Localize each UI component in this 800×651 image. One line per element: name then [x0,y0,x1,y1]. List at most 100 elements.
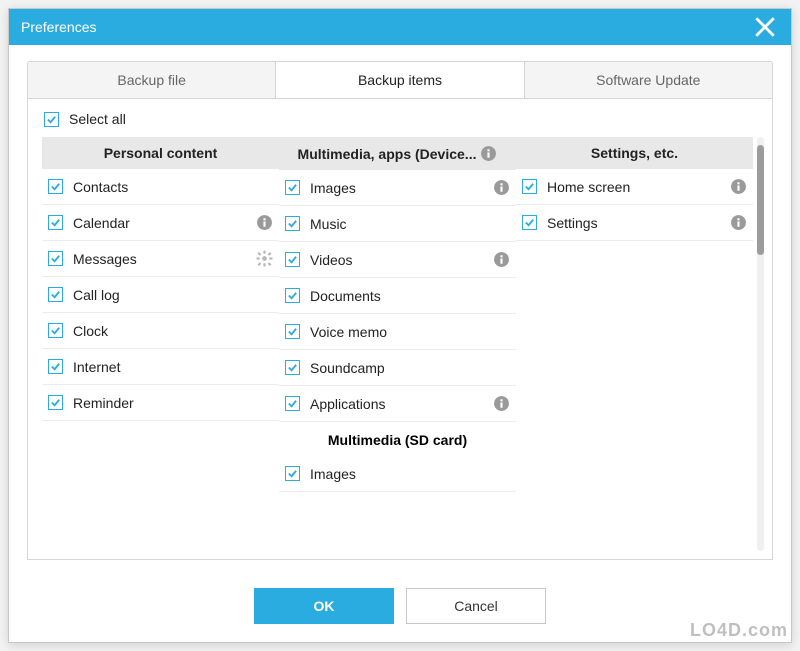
item-label: Settings [547,215,730,231]
info-icon[interactable] [493,395,510,412]
tab-backup-file[interactable]: Backup file [28,62,276,98]
info-icon[interactable] [480,145,497,162]
scrollbar[interactable] [757,137,764,551]
list-item: Messages [42,241,279,277]
select-all-label: Select all [69,111,126,127]
column-personal: Personal content Contacts Calendar Message… [42,137,279,551]
item-checkbox[interactable] [522,215,537,230]
check-icon [50,217,61,228]
item-label: Images [310,466,510,482]
watermark: LO4D.com [690,620,788,641]
item-checkbox[interactable] [285,360,300,375]
preferences-window: Preferences Backup file Backup items Sof… [8,8,792,643]
check-icon [46,114,57,125]
item-label: Clock [73,323,273,339]
item-checkbox[interactable] [48,359,63,374]
list-item: Images [279,170,516,206]
columns-wrap: Personal content Contacts Calendar Message… [42,137,764,551]
check-icon [287,182,298,193]
item-checkbox[interactable] [285,288,300,303]
item-checkbox[interactable] [285,324,300,339]
column-header-personal: Personal content [42,137,279,169]
scrollbar-thumb[interactable] [757,145,764,255]
subheader-sdcard: Multimedia (SD card) [279,422,516,456]
list-item: Images [279,456,516,492]
list-item: Clock [42,313,279,349]
info-icon[interactable] [730,178,747,195]
item-label: Videos [310,252,493,268]
item-label: Applications [310,396,493,412]
list-item: Contacts [42,169,279,205]
columns: Personal content Contacts Calendar Message… [42,137,753,551]
check-icon [287,218,298,229]
tab-backup-items[interactable]: Backup items [276,62,524,98]
item-checkbox[interactable] [285,252,300,267]
panel: Select all Personal content Contacts Cale… [27,99,773,560]
list-item: Home screen [516,169,753,205]
item-checkbox[interactable] [48,287,63,302]
item-checkbox[interactable] [48,179,63,194]
item-checkbox[interactable] [48,323,63,338]
close-icon [751,13,779,41]
column-header-settings: Settings, etc. [516,137,753,169]
column-settings: Settings, etc. Home screen Settings [516,137,753,551]
list-item: Internet [42,349,279,385]
item-label: Images [310,180,493,196]
info-icon[interactable] [493,251,510,268]
gear-icon[interactable] [256,250,273,267]
item-checkbox[interactable] [48,395,63,410]
item-checkbox[interactable] [48,215,63,230]
ok-button[interactable]: OK [254,588,394,624]
item-checkbox[interactable] [285,216,300,231]
check-icon [50,253,61,264]
item-label: Reminder [73,395,273,411]
item-checkbox[interactable] [522,179,537,194]
column-header-personal-label: Personal content [104,145,218,161]
check-icon [287,290,298,301]
column-header-settings-label: Settings, etc. [591,145,678,161]
column-header-multimedia-label: Multimedia, apps (Device... [298,146,477,162]
select-all-checkbox[interactable] [44,112,59,127]
list-item: Applications [279,386,516,422]
check-icon [524,181,535,192]
titlebar: Preferences [9,9,791,45]
item-checkbox[interactable] [285,180,300,195]
check-icon [287,398,298,409]
cancel-button[interactable]: Cancel [406,588,546,624]
item-checkbox[interactable] [285,396,300,411]
item-label: Voice memo [310,324,510,340]
list-item: Voice memo [279,314,516,350]
column-multimedia: Multimedia, apps (Device... Images Music V… [279,137,516,551]
check-icon [50,289,61,300]
item-label: Home screen [547,179,730,195]
item-checkbox[interactable] [285,466,300,481]
item-label: Music [310,216,510,232]
select-all-row: Select all [42,109,764,137]
tabs: Backup file Backup items Software Update [27,61,773,99]
item-label: Soundcamp [310,360,510,376]
tab-software-update[interactable]: Software Update [525,62,772,98]
check-icon [287,468,298,479]
info-icon[interactable] [493,179,510,196]
item-checkbox[interactable] [48,251,63,266]
close-button[interactable] [751,13,779,41]
info-icon[interactable] [256,214,273,231]
check-icon [50,397,61,408]
check-icon [287,254,298,265]
check-icon [287,362,298,373]
item-label: Messages [73,251,256,267]
footer: OK Cancel [9,572,791,642]
list-item: Documents [279,278,516,314]
list-item: Call log [42,277,279,313]
window-title: Preferences [21,19,96,35]
info-icon[interactable] [730,214,747,231]
list-item: Settings [516,205,753,241]
check-icon [50,181,61,192]
list-item: Music [279,206,516,242]
check-icon [287,326,298,337]
check-icon [50,361,61,372]
content-area: Backup file Backup items Software Update… [9,45,791,572]
check-icon [50,325,61,336]
list-item: Soundcamp [279,350,516,386]
item-label: Calendar [73,215,256,231]
